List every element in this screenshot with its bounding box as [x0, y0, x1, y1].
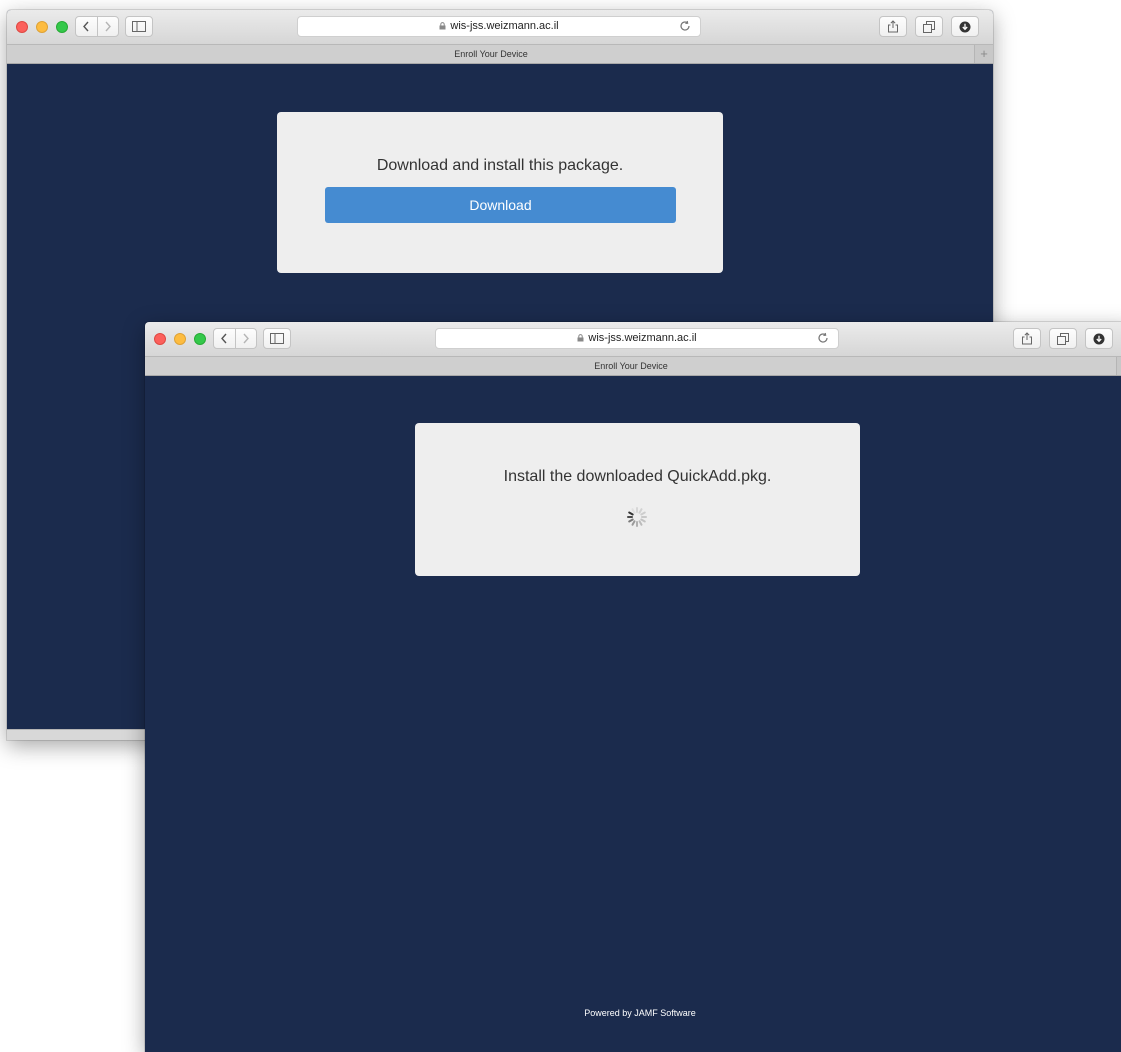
new-tab-button[interactable]: + [1116, 357, 1121, 375]
browser-window-front: wis-jss.weizmann.ac.il Enroll Your Devic… [145, 322, 1121, 1052]
reload-icon[interactable] [679, 20, 691, 32]
sidebar-icon [270, 333, 284, 344]
reload-icon[interactable] [817, 332, 829, 344]
lock-icon [577, 334, 584, 342]
share-icon [1022, 332, 1032, 345]
chevron-right-icon [105, 21, 111, 32]
download-icon [959, 21, 971, 32]
maximize-window-button[interactable] [194, 333, 206, 345]
close-window-button[interactable] [154, 333, 166, 345]
sidebar-button[interactable] [125, 16, 153, 37]
chevron-right-icon [243, 333, 249, 344]
navigation-buttons [213, 328, 257, 349]
address-text: wis-jss.weizmann.ac.il [588, 332, 697, 344]
tabs-overview-button[interactable] [915, 16, 943, 37]
back-button[interactable] [76, 17, 97, 36]
share-icon [888, 20, 898, 33]
navigation-buttons [75, 16, 119, 37]
tab-enroll-your-device[interactable]: Enroll Your Device [7, 45, 975, 63]
tabs-overview-button[interactable] [1049, 328, 1077, 349]
card-message: Download and install this package. [376, 157, 624, 174]
new-tab-button[interactable]: + [974, 45, 993, 63]
share-button[interactable] [879, 16, 907, 37]
sidebar-icon [132, 21, 146, 32]
minimize-window-button[interactable] [36, 21, 48, 33]
chevron-left-icon [221, 333, 227, 344]
chevron-left-icon [83, 21, 89, 32]
card-message: Install the downloaded QuickAdd.pkg. [503, 468, 772, 485]
tabs-icon [923, 20, 935, 33]
downloads-button[interactable] [1085, 328, 1113, 349]
minimize-window-button[interactable] [174, 333, 186, 345]
tab-bar: Enroll Your Device + [145, 357, 1121, 376]
close-window-button[interactable] [16, 21, 28, 33]
tab-enroll-your-device[interactable]: Enroll Your Device [145, 357, 1117, 375]
browser-toolbar: wis-jss.weizmann.ac.il [7, 10, 993, 45]
maximize-window-button[interactable] [56, 21, 68, 33]
sidebar-button[interactable] [263, 328, 291, 349]
lock-icon [439, 22, 446, 30]
download-icon [1093, 333, 1105, 344]
install-card: Install the downloaded QuickAdd.pkg. [415, 423, 860, 576]
footer-powered-by: Powered by JAMF Software [584, 1008, 696, 1018]
forward-button[interactable] [96, 17, 119, 36]
browser-toolbar: wis-jss.weizmann.ac.il [145, 322, 1121, 357]
address-bar[interactable]: wis-jss.weizmann.ac.il [297, 16, 701, 37]
tab-bar: Enroll Your Device + [7, 45, 993, 64]
forward-button[interactable] [234, 329, 257, 348]
download-button[interactable]: Download [325, 187, 676, 223]
address-text: wis-jss.weizmann.ac.il [450, 20, 559, 32]
downloads-button[interactable] [951, 16, 979, 37]
address-bar[interactable]: wis-jss.weizmann.ac.il [435, 328, 839, 349]
share-button[interactable] [1013, 328, 1041, 349]
tabs-icon [1057, 332, 1069, 345]
download-card: Download and install this package. Downl… [277, 112, 723, 273]
back-button[interactable] [214, 329, 235, 348]
spinner-icon [627, 507, 647, 527]
